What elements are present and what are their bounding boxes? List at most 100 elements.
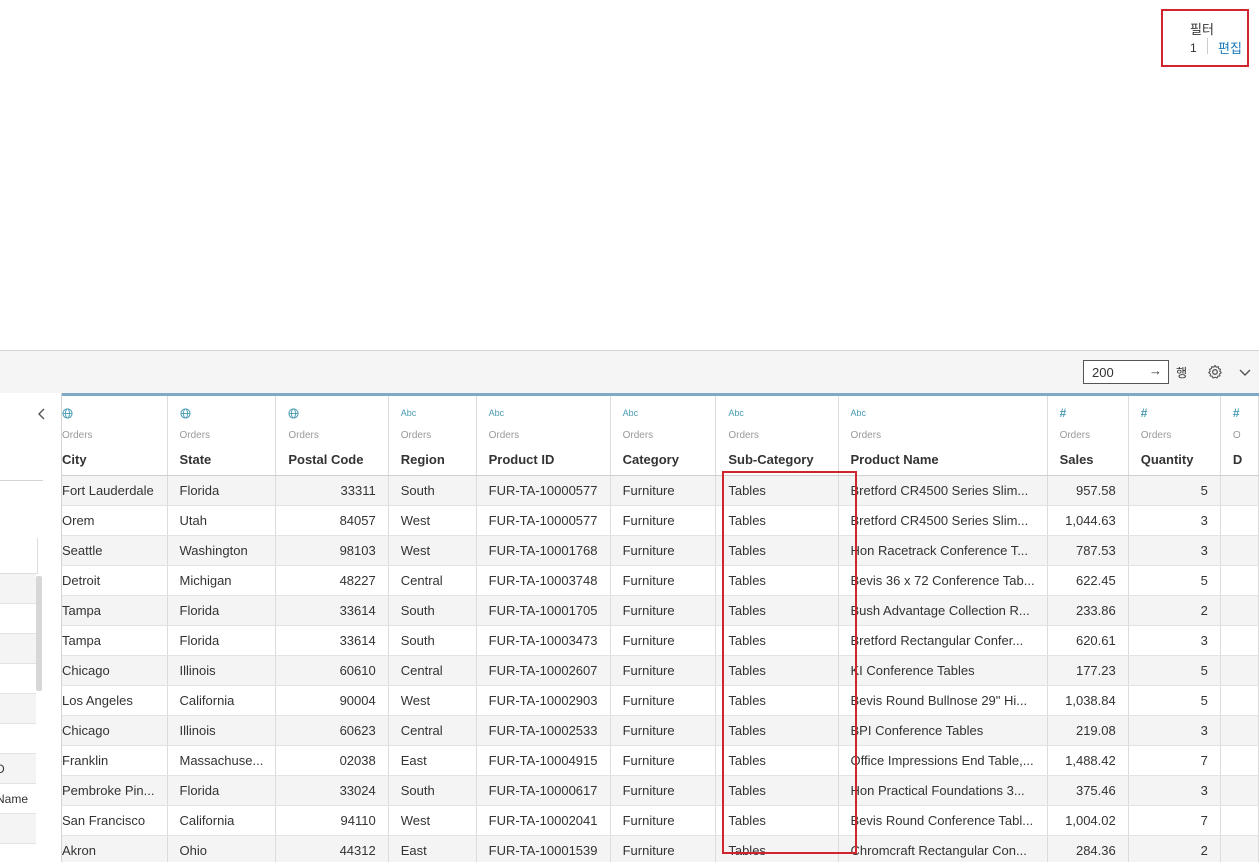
table-cell[interactable]: 7: [1128, 745, 1221, 776]
table-cell[interactable]: South: [388, 775, 477, 806]
table-cell[interactable]: 620.61: [1047, 625, 1129, 656]
table-cell[interactable]: South: [388, 625, 477, 656]
table-cell[interactable]: Bevis Round Conference Tabl...: [838, 805, 1048, 836]
chevron-left-icon[interactable]: [36, 407, 48, 421]
table-cell[interactable]: FUR-TA-10002533: [476, 715, 611, 746]
table-cell[interactable]: KI Conference Tables: [838, 655, 1048, 686]
pane-list-item[interactable]: [0, 694, 36, 724]
table-cell[interactable]: Tables: [715, 835, 839, 862]
table-cell[interactable]: Central: [388, 565, 477, 596]
table-cell[interactable]: [1220, 715, 1259, 746]
table-row[interactable]: Detroit Michigan 48227 Central FUR-TA-100037…: [62, 565, 1259, 596]
table-cell[interactable]: 219.08: [1047, 715, 1129, 746]
table-cell[interactable]: 2: [1128, 595, 1221, 626]
table-row[interactable]: Chicago Illinois 60623 Central FUR-TA-100025…: [62, 715, 1259, 746]
table-cell[interactable]: FUR-TA-10004915: [476, 745, 611, 776]
pane-list-item[interactable]: Name: [0, 784, 36, 814]
table-cell[interactable]: Tables: [715, 475, 839, 506]
table-cell[interactable]: Tables: [715, 505, 839, 536]
table-cell[interactable]: Tables: [715, 535, 839, 566]
table-row[interactable]: Franklin Massachuse... 02038 East FUR-TA-100…: [62, 745, 1259, 776]
table-cell[interactable]: Tampa: [62, 595, 168, 626]
table-cell[interactable]: Washington: [167, 535, 277, 566]
table-cell[interactable]: BPI Conference Tables: [838, 715, 1048, 746]
table-cell[interactable]: 94110: [275, 805, 389, 836]
table-cell[interactable]: [1220, 655, 1259, 686]
table-cell[interactable]: 177.23: [1047, 655, 1129, 686]
table-cell[interactable]: Central: [388, 655, 477, 686]
table-cell[interactable]: Hon Racetrack Conference T...: [838, 535, 1048, 566]
table-cell[interactable]: California: [167, 685, 277, 716]
table-cell[interactable]: Hon Practical Foundations 3...: [838, 775, 1048, 806]
pane-list-item[interactable]: [0, 634, 36, 664]
table-cell[interactable]: Furniture: [610, 715, 717, 746]
table-cell[interactable]: 3: [1128, 505, 1221, 536]
row-count-input[interactable]: 200 →: [1083, 360, 1169, 384]
table-cell[interactable]: 3: [1128, 715, 1221, 746]
table-cell[interactable]: 1,488.42: [1047, 745, 1129, 776]
table-cell[interactable]: [1220, 565, 1259, 596]
table-cell[interactable]: 1,044.63: [1047, 505, 1129, 536]
table-cell[interactable]: Furniture: [610, 475, 717, 506]
table-cell[interactable]: Tables: [715, 565, 839, 596]
filter-edit-link[interactable]: 편집: [1218, 38, 1242, 57]
table-cell[interactable]: FUR-TA-10002903: [476, 685, 611, 716]
table-cell[interactable]: [1220, 535, 1259, 566]
table-cell[interactable]: 84057: [275, 505, 389, 536]
table-cell[interactable]: FUR-TA-10003473: [476, 625, 611, 656]
table-cell[interactable]: Tables: [715, 655, 839, 686]
table-cell[interactable]: Tables: [715, 685, 839, 716]
table-cell[interactable]: 1,038.84: [1047, 685, 1129, 716]
table-cell[interactable]: 02038: [275, 745, 389, 776]
table-cell[interactable]: 60610: [275, 655, 389, 686]
table-cell[interactable]: Furniture: [610, 505, 717, 536]
table-cell[interactable]: 5: [1128, 655, 1221, 686]
table-cell[interactable]: Chicago: [62, 655, 168, 686]
table-cell[interactable]: 957.58: [1047, 475, 1129, 506]
chevron-down-icon[interactable]: [1237, 364, 1253, 380]
table-cell[interactable]: Tables: [715, 745, 839, 776]
table-cell[interactable]: Tables: [715, 715, 839, 746]
table-cell[interactable]: Illinois: [167, 655, 277, 686]
table-cell[interactable]: West: [388, 535, 477, 566]
table-cell[interactable]: 7: [1128, 805, 1221, 836]
pane-list-item[interactable]: [0, 574, 36, 604]
table-cell[interactable]: Furniture: [610, 685, 717, 716]
gear-icon[interactable]: [1207, 364, 1223, 380]
table-cell[interactable]: 1,004.02: [1047, 805, 1129, 836]
table-cell[interactable]: Tables: [715, 805, 839, 836]
table-cell[interactable]: [1220, 775, 1259, 806]
table-cell[interactable]: [1220, 805, 1259, 836]
table-cell[interactable]: Bush Advantage Collection R...: [838, 595, 1048, 626]
table-cell[interactable]: Pembroke Pin...: [62, 775, 168, 806]
table-cell[interactable]: 44312: [275, 835, 389, 862]
table-row[interactable]: Pembroke Pin... Florida 33024 South FUR-TA-1…: [62, 775, 1259, 806]
table-row[interactable]: Akron Ohio 44312 East FUR-TA-10001539 Furnitu…: [62, 835, 1259, 862]
table-cell[interactable]: Furniture: [610, 775, 717, 806]
table-cell[interactable]: West: [388, 505, 477, 536]
table-row[interactable]: Los Angeles California 90004 West FUR-TA-100…: [62, 685, 1259, 716]
table-cell[interactable]: FUR-TA-10002041: [476, 805, 611, 836]
table-cell[interactable]: Tables: [715, 775, 839, 806]
table-cell[interactable]: [1220, 685, 1259, 716]
column-header-category[interactable]: Abc Orders Category: [610, 396, 717, 476]
table-cell[interactable]: Florida: [167, 475, 277, 506]
pane-list-item[interactable]: [0, 664, 36, 694]
table-cell[interactable]: FUR-TA-10001539: [476, 835, 611, 862]
column-header-state[interactable]: Orders State: [167, 396, 277, 476]
table-cell[interactable]: FUR-TA-10003748: [476, 565, 611, 596]
table-cell[interactable]: West: [388, 685, 477, 716]
table-cell[interactable]: FUR-TA-10000577: [476, 505, 611, 536]
table-cell[interactable]: 233.86: [1047, 595, 1129, 626]
table-cell[interactable]: 33614: [275, 595, 389, 626]
table-cell[interactable]: Furniture: [610, 805, 717, 836]
table-cell[interactable]: East: [388, 745, 477, 776]
table-cell[interactable]: Bretford Rectangular Confer...: [838, 625, 1048, 656]
table-cell[interactable]: Furniture: [610, 745, 717, 776]
table-cell[interactable]: 3: [1128, 535, 1221, 566]
table-cell[interactable]: West: [388, 805, 477, 836]
table-cell[interactable]: [1220, 475, 1259, 506]
table-cell[interactable]: 787.53: [1047, 535, 1129, 566]
table-cell[interactable]: Orem: [62, 505, 168, 536]
table-cell[interactable]: Furniture: [610, 655, 717, 686]
